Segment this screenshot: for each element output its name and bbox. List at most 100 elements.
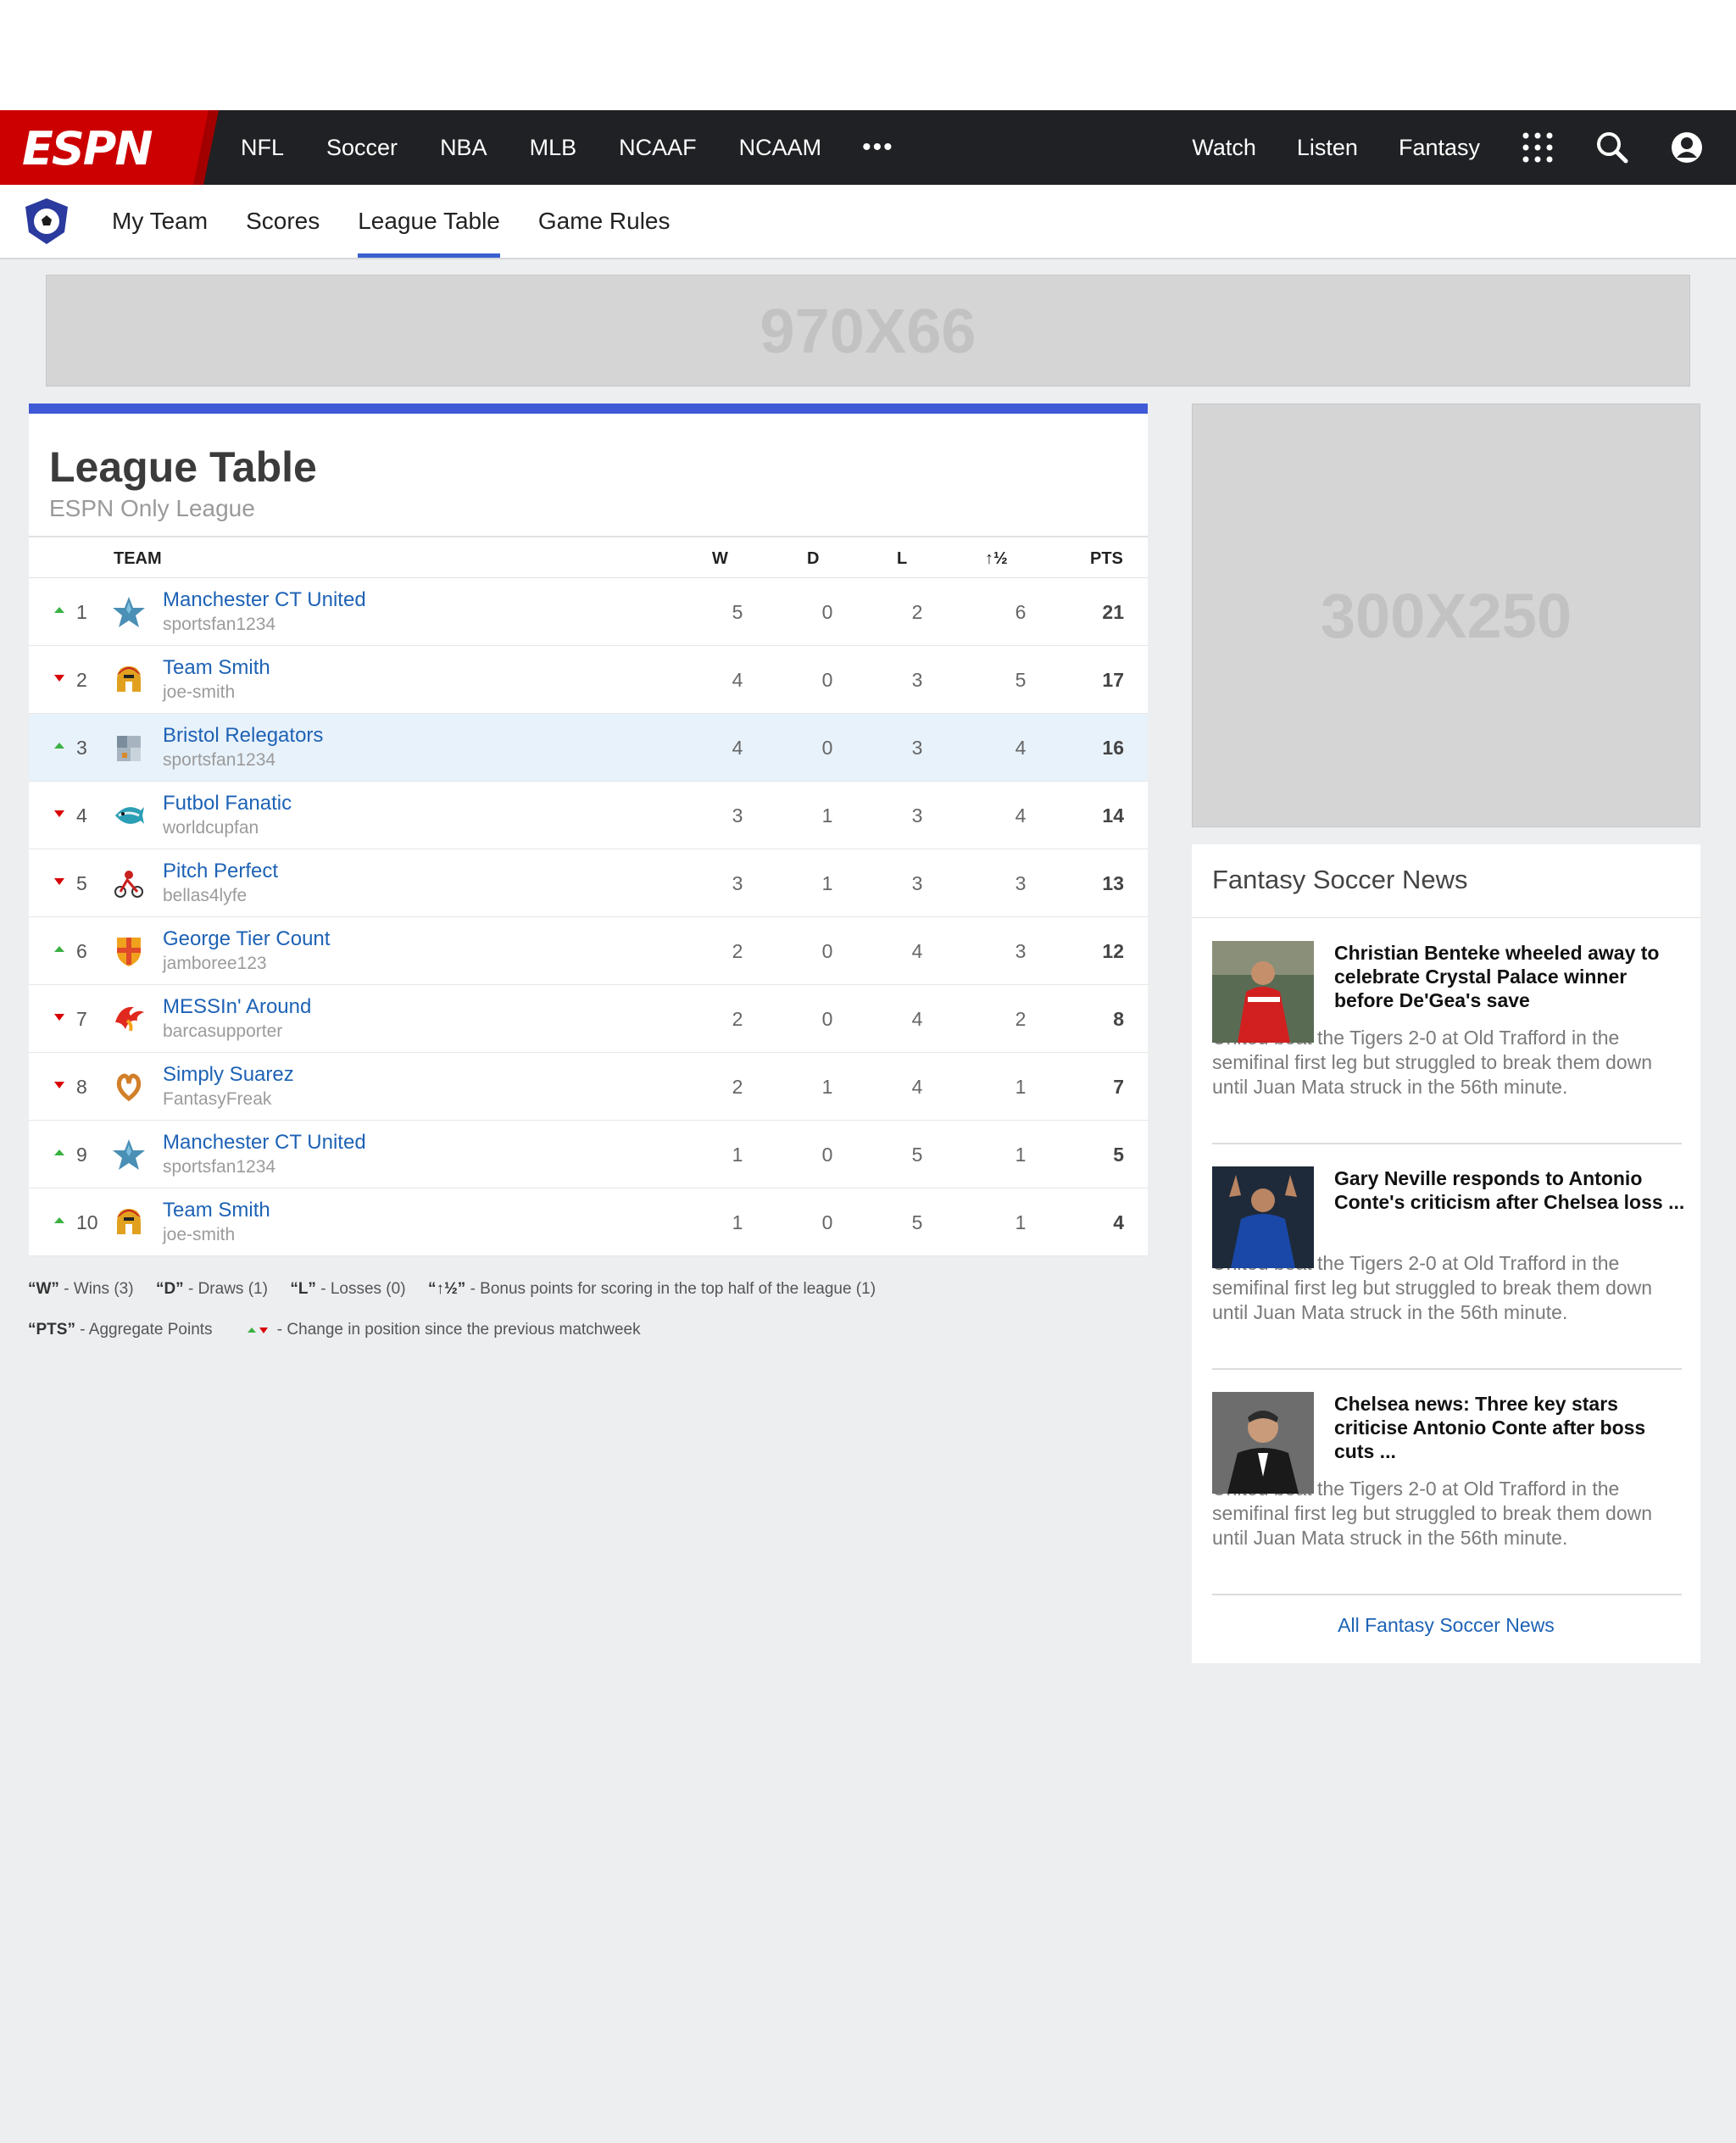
draws: 1 (821, 872, 833, 894)
article-title[interactable]: Gary Neville responds to Antonio Conte's… (1334, 1166, 1685, 1214)
position-down-icon (54, 1082, 64, 1088)
shield-crest-icon (112, 934, 146, 968)
draws: 0 (821, 737, 833, 759)
nav-link-nba[interactable]: NBA (440, 135, 487, 161)
table-row[interactable]: 8 Simply Suarez FantasyFreak 2 1 4 1 7 (29, 1053, 1148, 1121)
all-news-link[interactable]: All Fantasy Soccer News (1192, 1614, 1700, 1637)
table-row[interactable]: 6 George Tier Count jamboree123 2 0 4 3 12 (29, 917, 1148, 985)
team-name-link[interactable]: Manchester CT United (163, 588, 366, 612)
apps-grid-icon[interactable] (1521, 131, 1555, 164)
ad-box-side[interactable]: 300X250 (1192, 404, 1700, 827)
table-row[interactable]: 9 Manchester CT United sportsfan1234 1 0 5 1 5 (29, 1121, 1148, 1188)
wins: 3 (732, 804, 743, 827)
team-name-link[interactable]: Futbol Fanatic (163, 792, 292, 815)
legend-d-text: - Draws (1) (183, 1280, 268, 1298)
tab-my-team[interactable]: My Team (112, 185, 208, 258)
rank: 1 (76, 601, 87, 623)
wins: 4 (732, 737, 743, 759)
news-panel: Fantasy Soccer News United beat the Tige… (1192, 844, 1700, 1663)
wins: 1 (732, 1144, 743, 1166)
tab-league-table[interactable]: League Table (358, 185, 500, 258)
table-row[interactable]: 10 Team Smith joe-smith 1 0 5 1 4 (29, 1188, 1148, 1256)
nav-link-soccer[interactable]: Soccer (326, 135, 398, 161)
nav-link-mlb[interactable]: MLB (530, 135, 577, 161)
table-row[interactable]: 5 Pitch Perfect bellas4lyfe 3 1 3 3 13 (29, 849, 1148, 917)
losses: 3 (911, 737, 923, 759)
user-icon[interactable] (1670, 131, 1704, 164)
article-thumbnail[interactable] (1212, 1166, 1314, 1268)
nav-link-fantasy[interactable]: Fantasy (1399, 135, 1480, 161)
divider (1212, 1594, 1682, 1595)
news-article[interactable]: United beat the Tigers 2-0 at Old Traffo… (1212, 1392, 1682, 1617)
losses: 5 (911, 1144, 923, 1166)
bonus-points: 3 (1015, 872, 1027, 894)
position-down-icon (54, 810, 64, 817)
team-name-link[interactable]: MESSIn' Around (163, 995, 311, 1019)
rank: 3 (76, 737, 87, 759)
legend-line-2: “PTS” - Aggregate Points - Change in pos… (28, 1321, 641, 1339)
team-name-link[interactable]: Bristol Relegators (163, 724, 323, 748)
team-name-link[interactable]: Manchester CT United (163, 1131, 366, 1155)
total-points: 17 (1102, 669, 1124, 691)
subnav-tabs: My Team Scores League Table Game Rules (112, 185, 709, 258)
more-sports-button[interactable]: ••• (862, 133, 894, 162)
article-title[interactable]: Christian Benteke wheeled away to celebr… (1334, 941, 1685, 1012)
table-row[interactable]: 1 Manchester CT United sportsfan1234 5 0 2 6 21 (29, 578, 1148, 646)
legend-line-1: “W” - Wins (3) “D” - Draws (1) “L” - Los… (28, 1280, 876, 1299)
article-title[interactable]: Chelsea news: Three key stars criticise … (1334, 1392, 1685, 1463)
ad-banner-top[interactable]: 970X66 (46, 275, 1690, 387)
bonus-points: 4 (1015, 737, 1027, 759)
total-points: 12 (1102, 940, 1124, 962)
position-up-icon (54, 1217, 64, 1223)
team-name-link[interactable]: Team Smith (163, 1199, 270, 1222)
position-up-icon (54, 1149, 64, 1155)
search-icon[interactable] (1595, 131, 1629, 164)
legend-change-text: - Change in position since the previous … (272, 1321, 641, 1339)
col-l: L (897, 549, 908, 568)
col-d: D (807, 549, 820, 568)
team-name-link[interactable]: Simply Suarez (163, 1063, 294, 1087)
nav-link-listen[interactable]: Listen (1297, 135, 1358, 161)
col-team: TEAM (114, 549, 162, 568)
draws: 1 (821, 1076, 833, 1098)
legend-w-text: - Wins (3) (58, 1280, 134, 1298)
legend-w-key: “W” (28, 1280, 59, 1298)
bonus-points: 1 (1015, 1076, 1027, 1098)
article-thumbnail[interactable] (1212, 1392, 1314, 1494)
owner-username: jamboree123 (163, 954, 267, 973)
fantasy-soccer-logo-icon[interactable] (22, 197, 71, 246)
spartan-helmet-icon (112, 663, 146, 697)
draws: 0 (821, 601, 833, 623)
wins: 3 (732, 872, 743, 894)
table-row[interactable]: 4 Futbol Fanatic worldcupfan 3 1 3 4 14 (29, 782, 1148, 849)
team-name-link[interactable]: George Tier Count (163, 927, 330, 951)
nav-link-nfl[interactable]: NFL (241, 135, 284, 161)
table-row[interactable]: 2 Team Smith joe-smith 4 0 3 5 17 (29, 646, 1148, 714)
total-points: 8 (1113, 1008, 1124, 1030)
team-name-link[interactable]: Team Smith (163, 656, 270, 680)
rank: 2 (76, 669, 87, 691)
total-points: 4 (1113, 1211, 1124, 1233)
espn-logo[interactable]: ESPN (0, 110, 219, 185)
table-row[interactable]: 7 MESSIn' Around barcasupporter 2 0 4 2 8 (29, 985, 1148, 1053)
castle-icon (112, 731, 146, 765)
news-article[interactable]: United beat the Tigers 2-0 at Old Traffo… (1212, 1166, 1685, 1392)
tab-scores[interactable]: Scores (246, 185, 320, 258)
losses: 4 (911, 1076, 923, 1098)
fish-icon (112, 799, 146, 832)
article-thumbnail[interactable] (1212, 941, 1314, 1043)
news-article[interactable]: United beat the Tigers 2-0 at Old Traffo… (1212, 941, 1682, 1166)
total-points: 14 (1102, 804, 1124, 827)
nav-link-ncaaf[interactable]: NCAAF (619, 135, 697, 161)
nav-link-ncaam[interactable]: NCAAM (739, 135, 822, 161)
phoenix-icon (112, 1002, 146, 1036)
pretzel-icon (112, 1070, 146, 1104)
table-body: 1 Manchester CT United sportsfan1234 5 0 2 6 21… (29, 578, 1148, 1256)
position-up-icon (54, 946, 64, 952)
tab-game-rules[interactable]: Game Rules (538, 185, 670, 258)
team-name-link[interactable]: Pitch Perfect (163, 860, 278, 883)
owner-username: joe-smith (163, 1225, 236, 1244)
nav-link-watch[interactable]: Watch (1192, 135, 1256, 161)
rank: 4 (76, 804, 87, 827)
table-row[interactable]: 3 Bristol Relegators sportsfan1234 4 0 3 4 16 (29, 714, 1148, 782)
